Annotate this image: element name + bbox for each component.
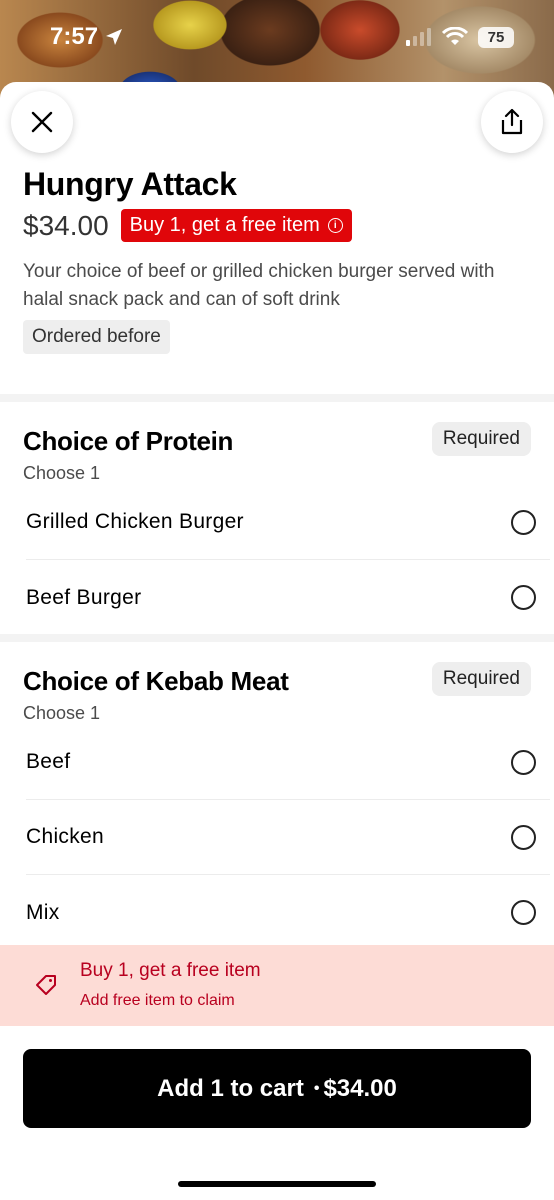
group-title-kebab-meat: Choice of Kebab Meat: [23, 666, 289, 696]
radio-button[interactable]: [511, 509, 536, 535]
item-description: Your choice of beef or grilled chicken b…: [23, 261, 495, 310]
share-icon: [501, 108, 523, 135]
item-title: Hungry Attack: [23, 166, 237, 202]
promo-banner-title: Buy 1, get a free item: [80, 960, 261, 981]
info-icon: i: [327, 218, 343, 233]
option-chicken[interactable]: Chicken: [26, 800, 550, 875]
option-label: Beef: [26, 750, 71, 773]
status-icons: 75: [406, 26, 514, 48]
required-badge: Required: [431, 422, 531, 456]
radio-button[interactable]: [511, 824, 536, 850]
location-arrow-icon: [106, 29, 123, 45]
item-price: $34.00: [23, 209, 109, 241]
group-subtitle-kebab-meat: Choose 1: [23, 703, 101, 723]
add-to-cart-price: $34.00: [323, 1074, 397, 1102]
promo-banner[interactable]: Buy 1, get a free item Add free item to …: [0, 945, 554, 1026]
radio-button[interactable]: [511, 749, 536, 775]
group-subtitle-protein: Choose 1: [23, 463, 101, 483]
option-beef-burger[interactable]: Beef Burger: [26, 560, 550, 635]
section-divider: [0, 394, 554, 402]
option-label: Grilled Chicken Burger: [26, 510, 244, 533]
option-label: Chicken: [26, 825, 104, 848]
close-button[interactable]: [11, 91, 73, 153]
radio-button[interactable]: [511, 585, 536, 610]
cellular-signal-icon: [406, 28, 431, 46]
promo-badge[interactable]: Buy 1, get a free item i: [120, 209, 352, 242]
group-title-protein: Choice of Protein: [23, 426, 234, 456]
option-label: Beef Burger: [26, 585, 142, 609]
tag-icon: [36, 975, 56, 995]
ordered-before-tag: Ordered before: [23, 320, 170, 354]
add-to-cart-label: Add 1 to cart: [157, 1074, 304, 1102]
section-divider: [0, 634, 554, 642]
option-beef[interactable]: Beef: [26, 725, 550, 800]
radio-button[interactable]: [511, 900, 536, 925]
status-bar: 7:57 75: [0, 0, 554, 74]
home-indicator[interactable]: [178, 1181, 376, 1187]
option-grilled-chicken-burger[interactable]: Grilled Chicken Burger: [26, 485, 550, 560]
promo-banner-subtitle: Add free item to claim: [80, 992, 235, 1009]
add-to-cart-button[interactable]: Add 1 to cart • $34.00: [23, 1049, 531, 1128]
option-label: Mix: [26, 900, 60, 924]
required-badge: Required: [431, 662, 531, 696]
price-row: $34.00 Buy 1, get a free item i: [23, 209, 352, 242]
price-separator: •: [313, 1079, 320, 1097]
item-detail-sheet: Hungry Attack $34.00 Buy 1, get a free i…: [0, 82, 554, 1200]
close-icon: [31, 111, 53, 133]
battery-indicator: 75: [478, 26, 514, 48]
share-button[interactable]: [481, 91, 543, 153]
status-time: 7:57: [50, 23, 124, 51]
option-mix[interactable]: Mix: [26, 875, 550, 950]
promo-badge-label: Buy 1, get a free item: [129, 214, 320, 236]
wifi-icon: [442, 27, 468, 45]
